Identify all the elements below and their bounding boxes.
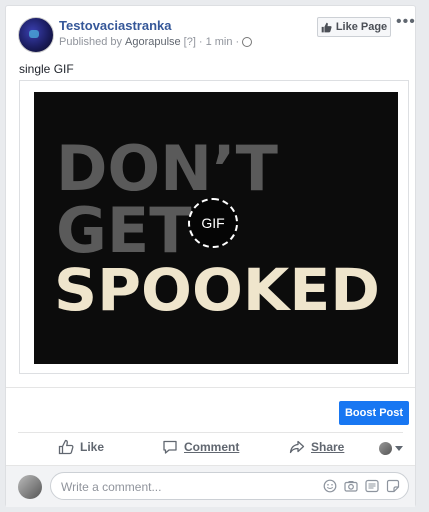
thumbs-up-icon xyxy=(321,22,332,32)
more-options-icon[interactable]: ••• xyxy=(396,14,416,30)
page-avatar[interactable] xyxy=(18,17,54,53)
meta-separator-2: · xyxy=(235,36,240,48)
post-card: Testovaciastranka Published by Agorapuls… xyxy=(5,5,416,507)
thumbs-up-outline-icon xyxy=(58,439,74,455)
boost-post-button[interactable]: Boost Post xyxy=(339,401,409,425)
comment-placeholder: Write a comment... xyxy=(61,480,162,494)
media-frame: DON’T GET SPOOKED GIF xyxy=(19,80,409,374)
camera-icon[interactable] xyxy=(344,479,358,493)
share-label: Share xyxy=(311,440,345,454)
comment-input[interactable]: Write a comment... xyxy=(50,472,409,500)
divider xyxy=(6,387,415,388)
post-time[interactable]: 1 min xyxy=(206,36,233,48)
user-avatar xyxy=(18,475,42,499)
gif-play-badge[interactable]: GIF xyxy=(188,198,238,248)
post-text: single GIF xyxy=(19,62,74,76)
post-meta: Published by Agorapulse [?] · 1 min · xyxy=(59,36,253,48)
gif-icon[interactable] xyxy=(365,479,379,493)
identity-avatar xyxy=(379,442,392,455)
globe-icon[interactable] xyxy=(242,37,253,47)
comment-composer: Write a comment... xyxy=(6,465,415,507)
divider xyxy=(18,432,403,433)
sticker-icon[interactable] xyxy=(386,479,400,493)
like-page-button[interactable]: Like Page xyxy=(317,17,391,37)
publisher-link[interactable]: Agorapulse xyxy=(125,36,181,48)
gif-badge-label: GIF xyxy=(201,215,225,231)
post-actions: Like Comment Share xyxy=(6,434,415,464)
gif-media[interactable]: DON’T GET SPOOKED GIF xyxy=(34,92,398,364)
like-page-label: Like Page xyxy=(335,21,388,33)
emoji-icon[interactable] xyxy=(323,479,337,493)
identity-selector[interactable] xyxy=(379,442,403,455)
share-action[interactable]: Share xyxy=(289,439,344,455)
gif-text-line3: SPOOKED xyxy=(54,256,380,324)
like-label: Like xyxy=(80,440,105,454)
meta-separator: · xyxy=(198,36,203,48)
share-icon xyxy=(289,440,305,454)
like-action[interactable]: Like xyxy=(58,439,104,455)
chevron-down-icon xyxy=(395,446,403,451)
comment-action[interactable]: Comment xyxy=(162,439,239,455)
comment-icon xyxy=(163,440,177,454)
comment-input-icons xyxy=(323,479,400,493)
page-name-link[interactable]: Testovaciastranka xyxy=(59,18,172,33)
published-by-text: Published by xyxy=(59,36,122,48)
comment-label: Comment xyxy=(184,440,240,454)
help-mark[interactable]: [?] xyxy=(184,36,196,48)
